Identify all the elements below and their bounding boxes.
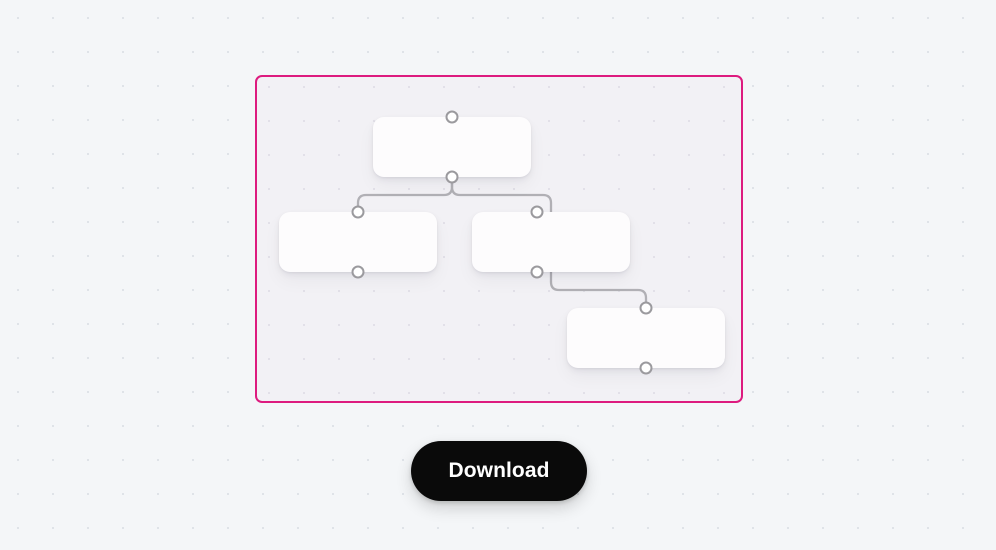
handle-target-top-node-1[interactable] — [445, 110, 459, 124]
download-button[interactable]: Download — [411, 441, 587, 501]
edge-node3-node4 — [549, 270, 648, 310]
flow-node-4[interactable] — [567, 301, 725, 375]
flow-node-1[interactable] — [373, 110, 531, 184]
flow-diagram-canvas[interactable] — [255, 75, 743, 403]
edge-node1-node2 — [356, 175, 454, 214]
handle-source-bottom-node-1[interactable] — [445, 170, 459, 184]
handle-target-top-node-4[interactable] — [639, 301, 653, 315]
handle-target-top-node-3[interactable] — [530, 205, 544, 219]
handle-source-bottom-node-3[interactable] — [530, 265, 544, 279]
handle-target-top-node-2[interactable] — [351, 205, 365, 219]
handle-source-bottom-node-4[interactable] — [639, 361, 653, 375]
app-root: Download — [0, 0, 996, 550]
download-button-label: Download — [448, 459, 550, 482]
flow-node-2[interactable] — [279, 205, 437, 279]
flow-node-3[interactable] — [472, 205, 630, 279]
handle-source-bottom-node-2[interactable] — [351, 265, 365, 279]
